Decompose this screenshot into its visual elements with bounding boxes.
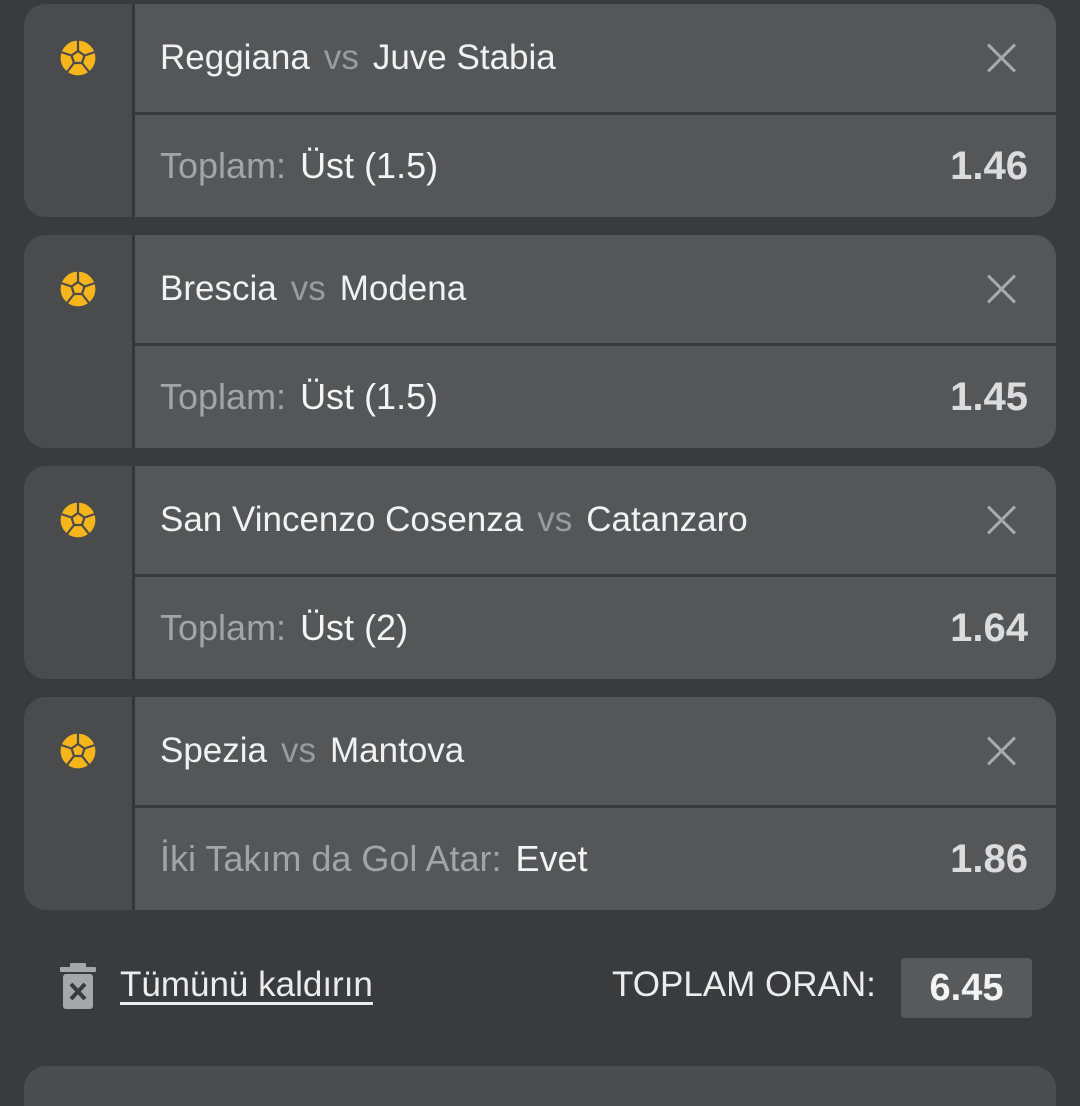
pick-text: Toplam: Üst (1.5): [160, 346, 438, 448]
selection-label: Üst (2): [300, 607, 409, 648]
odd-value: 1.46: [950, 144, 1028, 188]
home-team: Spezia: [160, 731, 268, 770]
pick-row: İki Takım da Gol Atar: Evet 1.86: [135, 808, 1056, 910]
match-title: Reggiana vs Juve Stabia: [160, 4, 556, 112]
football-icon: [58, 500, 98, 540]
bet-card: Brescia vs Modena Toplam: Üst (1.5) 1.45: [24, 235, 1056, 448]
selection-label: Üst (1.5): [300, 145, 439, 186]
match-title: Brescia vs Modena: [160, 235, 466, 343]
slip-footer: Tümünü kaldırın TOPLAM ORAN: 6.45: [0, 930, 1080, 1050]
vs-label: vs: [281, 731, 317, 770]
trash-icon[interactable]: [58, 962, 98, 1010]
pick-row: Toplam: Üst (1.5) 1.45: [135, 346, 1056, 448]
remove-bet-button[interactable]: [986, 504, 1018, 536]
bet-card-gutter: [24, 235, 132, 448]
market-label: Toplam:: [160, 376, 287, 417]
away-team: Modena: [339, 269, 467, 308]
selection-label: Evet: [515, 838, 588, 879]
market-label: Toplam:: [160, 145, 287, 186]
pick-text: Toplam: Üst (1.5): [160, 115, 438, 217]
match-title: San Vincenzo Cosenza vs Catanzaro: [160, 466, 748, 574]
away-team: Catanzaro: [586, 500, 748, 539]
match-title: Spezia vs Mantova: [160, 697, 464, 805]
bet-card-gutter: [24, 4, 132, 217]
remove-all-link[interactable]: Tümünü kaldırın: [120, 965, 373, 1005]
odd-value: 1.64: [950, 606, 1028, 650]
bet-card-gutter: [24, 697, 132, 910]
next-panel: [24, 1066, 1056, 1106]
football-icon: [58, 731, 98, 771]
football-icon: [58, 38, 98, 78]
vs-label: vs: [323, 38, 359, 77]
pick-text: İki Takım da Gol Atar: Evet: [160, 808, 588, 910]
pick-row: Toplam: Üst (1.5) 1.46: [135, 115, 1056, 217]
pick-row: Toplam: Üst (2) 1.64: [135, 577, 1056, 679]
selection-label: Üst (1.5): [300, 376, 439, 417]
odd-value: 1.86: [950, 837, 1028, 881]
bet-card: Spezia vs Mantova İki Takım da Gol Atar: Ev…: [24, 697, 1056, 910]
match-row: Reggiana vs Juve Stabia: [135, 4, 1056, 112]
vs-label: vs: [290, 269, 326, 308]
home-team: Brescia: [160, 269, 277, 308]
match-row: Brescia vs Modena: [135, 235, 1056, 343]
market-label: Toplam:: [160, 607, 287, 648]
remove-bet-button[interactable]: [986, 42, 1018, 74]
remove-bet-button[interactable]: [986, 735, 1018, 767]
total-odds-value: 6.45: [901, 958, 1032, 1018]
away-team: Mantova: [330, 731, 465, 770]
bet-card: San Vincenzo Cosenza vs Catanzaro Toplam: Ü…: [24, 466, 1056, 679]
home-team: Reggiana: [160, 38, 310, 77]
football-icon: [58, 269, 98, 309]
market-label: İki Takım da Gol Atar:: [160, 838, 502, 879]
odd-value: 1.45: [950, 375, 1028, 419]
match-row: Spezia vs Mantova: [135, 697, 1056, 805]
bet-card: Reggiana vs Juve Stabia Toplam: Üst (1.5) 1…: [24, 4, 1056, 217]
total-odds-label: TOPLAM ORAN:: [612, 965, 876, 1004]
away-team: Juve Stabia: [372, 38, 556, 77]
bet-slip-list: Reggiana vs Juve Stabia Toplam: Üst (1.5) 1…: [24, 4, 1056, 928]
match-row: San Vincenzo Cosenza vs Catanzaro: [135, 466, 1056, 574]
home-team: San Vincenzo Cosenza: [160, 500, 524, 539]
pick-text: Toplam: Üst (2): [160, 577, 408, 679]
vs-label: vs: [537, 500, 573, 539]
remove-bet-button[interactable]: [986, 273, 1018, 305]
bet-card-gutter: [24, 466, 132, 679]
